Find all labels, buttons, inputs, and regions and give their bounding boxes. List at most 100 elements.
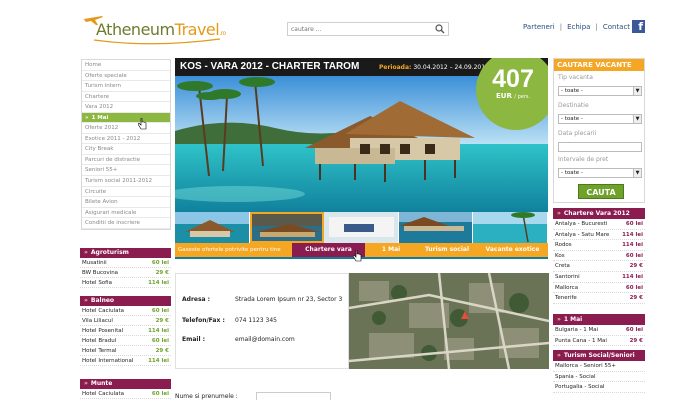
list-item[interactable]: Hotel Posenital 114 lei: [80, 326, 171, 336]
list-item[interactable]: Santorini 114 lei: [553, 272, 645, 283]
nav-echipa[interactable]: Echipa: [567, 23, 590, 31]
field-label-destinatie: Destinatie: [558, 102, 589, 109]
list-item[interactable]: Punta Cana - 1 Mai 29 €: [553, 336, 645, 347]
list-item-price: 60 lei: [625, 221, 643, 227]
chevron-down-icon[interactable]: ▼: [633, 87, 641, 95]
nav-parteneri[interactable]: Parteneri: [523, 23, 555, 31]
list-item[interactable]: Hotel Caciulata 60 lei: [80, 389, 171, 399]
tab-1-mai[interactable]: 1 Mai: [365, 243, 417, 257]
address-label: Adresa :: [182, 296, 211, 303]
chevron-down-icon[interactable]: ▼: [633, 169, 641, 177]
hero-period: Perioada: 30.04.2012 – 24.09.2012: [379, 64, 489, 71]
logo[interactable]: AtheneumTravel.ro: [82, 12, 232, 45]
email-value[interactable]: email@domain.com: [235, 336, 295, 343]
list-item[interactable]: Rodos 114 lei: [553, 240, 645, 251]
nav-item[interactable]: » 1 Mai: [82, 112, 170, 124]
list-item[interactable]: Hotel International 114 lei: [80, 356, 171, 366]
list-header[interactable]: » Chartere Vara 2012: [553, 208, 645, 219]
search-icon[interactable]: [435, 24, 445, 34]
list-item-price: 114 lei: [148, 328, 169, 334]
list-item[interactable]: Antalya - Bucuresti 60 lei: [553, 219, 645, 230]
list-item-name: Antalya - Satu Mare: [555, 231, 610, 238]
nav-item[interactable]: Turism intern: [82, 81, 170, 92]
input-data-plecarii[interactable]: [558, 142, 642, 152]
list-header[interactable]: » Agroturism: [80, 248, 171, 258]
nav-item[interactable]: Bilete Avion: [82, 197, 170, 208]
list-header[interactable]: » Turism Social/Seniori: [553, 350, 645, 361]
list-item[interactable]: Vila Liliacul 29 €: [80, 316, 171, 326]
list-item[interactable]: Tenerife 29 €: [553, 293, 645, 304]
nav-item-label: Turism intern: [85, 83, 121, 90]
nav-item[interactable]: Turism social 2011-2012: [82, 176, 170, 187]
nav-contact[interactable]: Contact: [603, 23, 630, 31]
list-header[interactable]: » Munte: [80, 379, 171, 389]
list-item-name: Tenerife: [555, 295, 577, 302]
nav-item-label: Circuite: [85, 188, 107, 195]
thumbnail-5[interactable]: [473, 212, 548, 243]
thumbnail-4[interactable]: [398, 212, 474, 243]
list-item-name: Santorini: [555, 273, 580, 280]
period-value: 30.04.2012 – 24.09.2012: [413, 64, 489, 71]
list-item-name: Hotel Posenital: [82, 328, 124, 334]
nav-item[interactable]: Asigurari medicale: [82, 208, 170, 219]
list-item[interactable]: Portugalia - Social: [553, 382, 645, 393]
list-item[interactable]: Antalya - Satu Mare 114 lei: [553, 230, 645, 241]
list-item[interactable]: Creta 29 €: [553, 261, 645, 272]
tab-vacante-exotice[interactable]: Vacante exotice: [477, 243, 548, 257]
select-tip-vacanta[interactable]: - toate - ▼: [558, 86, 642, 96]
nav-item[interactable]: Exotice 2011 - 2012: [82, 134, 170, 145]
list-item[interactable]: Kos 60 lei: [553, 251, 645, 262]
list-item[interactable]: Hotel Caciulata 60 lei: [80, 306, 171, 316]
nav-item[interactable]: Conditii de inscriere: [82, 218, 170, 229]
nav-item[interactable]: Vara 2012: [82, 102, 170, 113]
facebook-icon[interactable]: f: [632, 20, 645, 33]
list-item-name: Hotel Caciulata: [82, 308, 124, 314]
search-box[interactable]: [287, 22, 449, 36]
form-name-input[interactable]: [256, 392, 331, 400]
nav-item[interactable]: Seniori 55+: [82, 165, 170, 177]
list-item[interactable]: Hotel Bradul 60 lei: [80, 336, 171, 346]
nav-item[interactable]: Oferte 2012: [82, 123, 170, 134]
thumbnail-1[interactable]: [175, 212, 250, 243]
left-nav: Home Oferte speciale Turism intern Chartere…: [81, 59, 171, 230]
location-map[interactable]: [349, 273, 549, 369]
list-item-price: 29 €: [629, 295, 643, 302]
list-item[interactable]: Bulgaria - 1 Mai 60 lei: [553, 325, 645, 336]
nav-item[interactable]: Parcuri de distractie: [82, 155, 170, 166]
search-input[interactable]: [288, 23, 428, 35]
list-item-name: Musatinii: [82, 260, 107, 266]
list-item[interactable]: Mallorca 60 lei: [553, 283, 645, 294]
list-item-name: Hotel Caciulata: [82, 391, 124, 397]
logo-swoosh: [93, 38, 221, 45]
list-item[interactable]: Musatinii 60 lei: [80, 258, 171, 268]
thumbnail-2[interactable]: [249, 212, 325, 243]
select-interval-pret[interactable]: - toate - ▼: [558, 168, 642, 178]
list-item-price: 60 lei: [625, 252, 643, 259]
list-item-name: Hotel Sofia: [82, 280, 113, 286]
price-value: 407: [492, 65, 534, 93]
search-button[interactable]: CAUTA: [578, 184, 624, 199]
list-item[interactable]: Spania - Social: [553, 372, 645, 383]
list-header[interactable]: » Balneo: [80, 296, 171, 306]
thumbnail-3[interactable]: [324, 212, 399, 243]
nav-item[interactable]: Chartere: [82, 92, 170, 103]
chevron-down-icon[interactable]: ▼: [633, 115, 641, 123]
list-item[interactable]: BW Bucovina 29 €: [80, 268, 171, 278]
select-destinatie[interactable]: - toate - ▼: [558, 114, 642, 124]
tab-turism-social[interactable]: Turism social: [417, 243, 477, 257]
list-item[interactable]: Hotel Sofia 114 lei: [80, 278, 171, 288]
list-header[interactable]: » 1 Mai: [553, 314, 645, 325]
nav-item[interactable]: City Break: [82, 144, 170, 155]
list-item[interactable]: Hotel Termal 29 €: [80, 346, 171, 356]
list-item-name: Creta: [555, 263, 570, 270]
list-item[interactable]: Mallorca - Seniori 55+: [553, 361, 645, 372]
right-list-1-mai: » 1 Mai Bulgaria - 1 Mai 60 lei Punta Cana -…: [553, 314, 645, 347]
nav-item[interactable]: Home: [82, 60, 170, 71]
search-panel: CAUTARE VACANTE Tip vacanta - toate - ▼ D…: [553, 58, 645, 203]
field-label-interval-pret: Intervale de pret: [558, 156, 609, 163]
left-list-agroturism: » Agroturism Musatinii 60 lei BW Bucovina 29 …: [80, 248, 171, 288]
phone-value: 074 1123 345: [235, 317, 277, 324]
nav-item[interactable]: Oferte speciale: [82, 71, 170, 82]
select-value: - toate -: [561, 170, 583, 176]
nav-item[interactable]: Circuite: [82, 187, 170, 198]
